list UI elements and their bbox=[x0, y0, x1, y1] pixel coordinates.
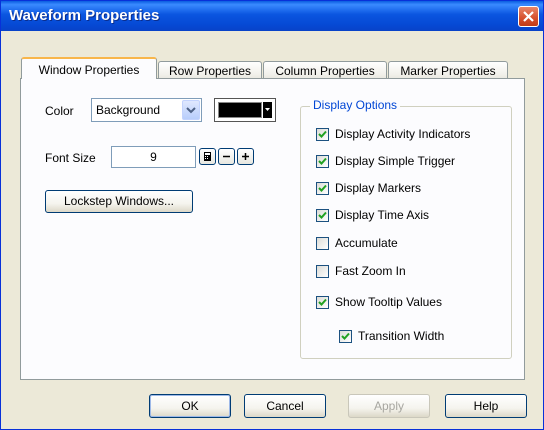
checkbox-box[interactable] bbox=[316, 237, 329, 250]
checkbox-label: Display Simple Trigger bbox=[335, 154, 456, 168]
checkbox-label: Fast Zoom In bbox=[335, 264, 406, 278]
checkbox-label: Transition Width bbox=[358, 329, 445, 343]
checkmark-icon bbox=[318, 184, 327, 192]
font-size-toggle-button[interactable] bbox=[199, 148, 216, 165]
checkbox-box[interactable] bbox=[316, 209, 329, 222]
tab-label: Column Properties bbox=[275, 64, 375, 78]
checkbox-label: Display Activity Indicators bbox=[335, 127, 471, 141]
chevron-down-icon bbox=[186, 107, 196, 114]
color-dropdown-arrow bbox=[263, 102, 272, 118]
color-picker-button[interactable] bbox=[214, 98, 276, 122]
checkbox-box[interactable] bbox=[316, 296, 329, 309]
display-options-group bbox=[300, 106, 512, 359]
checkbox-label: Show Tooltip Values bbox=[335, 295, 442, 309]
font-size-input[interactable]: 9 bbox=[111, 146, 196, 168]
lockstep-windows-button[interactable]: Lockstep Windows... bbox=[45, 190, 193, 213]
checkbox-box[interactable] bbox=[316, 155, 329, 168]
combo-dropdown-button[interactable] bbox=[182, 100, 200, 120]
minus-icon bbox=[223, 155, 230, 158]
font-size-label: Font Size bbox=[45, 151, 96, 165]
checkmark-icon bbox=[318, 157, 327, 165]
tab-marker-properties[interactable]: Marker Properties bbox=[388, 61, 508, 79]
tab-label: Window Properties bbox=[38, 63, 140, 77]
color-target-select[interactable]: Background bbox=[91, 98, 202, 122]
checkbox-box[interactable] bbox=[316, 182, 329, 195]
tab-window-properties[interactable]: Window Properties bbox=[21, 57, 157, 79]
checkmark-icon bbox=[318, 130, 327, 138]
window-title: Waveform Properties bbox=[9, 7, 160, 24]
tab-column-properties[interactable]: Column Properties bbox=[263, 61, 387, 79]
font-size-increase-button[interactable] bbox=[237, 148, 254, 165]
caret-down-icon bbox=[265, 108, 270, 111]
checkbox-box[interactable] bbox=[316, 128, 329, 141]
tab-row-properties[interactable]: Row Properties bbox=[158, 61, 262, 79]
color-label: Color bbox=[45, 104, 74, 118]
tab-label: Marker Properties bbox=[400, 64, 496, 78]
display-options-title: Display Options bbox=[310, 98, 401, 112]
checkmark-icon bbox=[318, 211, 327, 219]
checkbox-box[interactable] bbox=[316, 265, 329, 278]
font-size-decrease-button[interactable] bbox=[218, 148, 235, 165]
checkbox-label: Accumulate bbox=[335, 236, 398, 250]
ok-button[interactable]: OK bbox=[149, 394, 231, 418]
plus-icon bbox=[242, 153, 249, 160]
close-button[interactable] bbox=[518, 6, 539, 27]
checkbox-box[interactable] bbox=[339, 330, 352, 343]
color-target-value: Background bbox=[96, 103, 161, 117]
title-bar[interactable]: Waveform Properties bbox=[1, 1, 543, 31]
checkmark-icon bbox=[341, 332, 350, 340]
color-swatch bbox=[218, 102, 262, 118]
calculator-icon bbox=[204, 152, 211, 161]
checkbox-label: Display Time Axis bbox=[335, 208, 430, 222]
close-icon bbox=[523, 11, 534, 22]
dialog-window: Waveform Properties Window Properties Ro… bbox=[0, 0, 544, 430]
apply-button[interactable]: Apply bbox=[348, 394, 430, 418]
help-button[interactable]: Help bbox=[445, 394, 527, 418]
checkbox-label: Display Markers bbox=[335, 181, 422, 195]
checkmark-icon bbox=[318, 298, 327, 306]
tab-label: Row Properties bbox=[168, 64, 252, 78]
cancel-button[interactable]: Cancel bbox=[244, 394, 326, 418]
